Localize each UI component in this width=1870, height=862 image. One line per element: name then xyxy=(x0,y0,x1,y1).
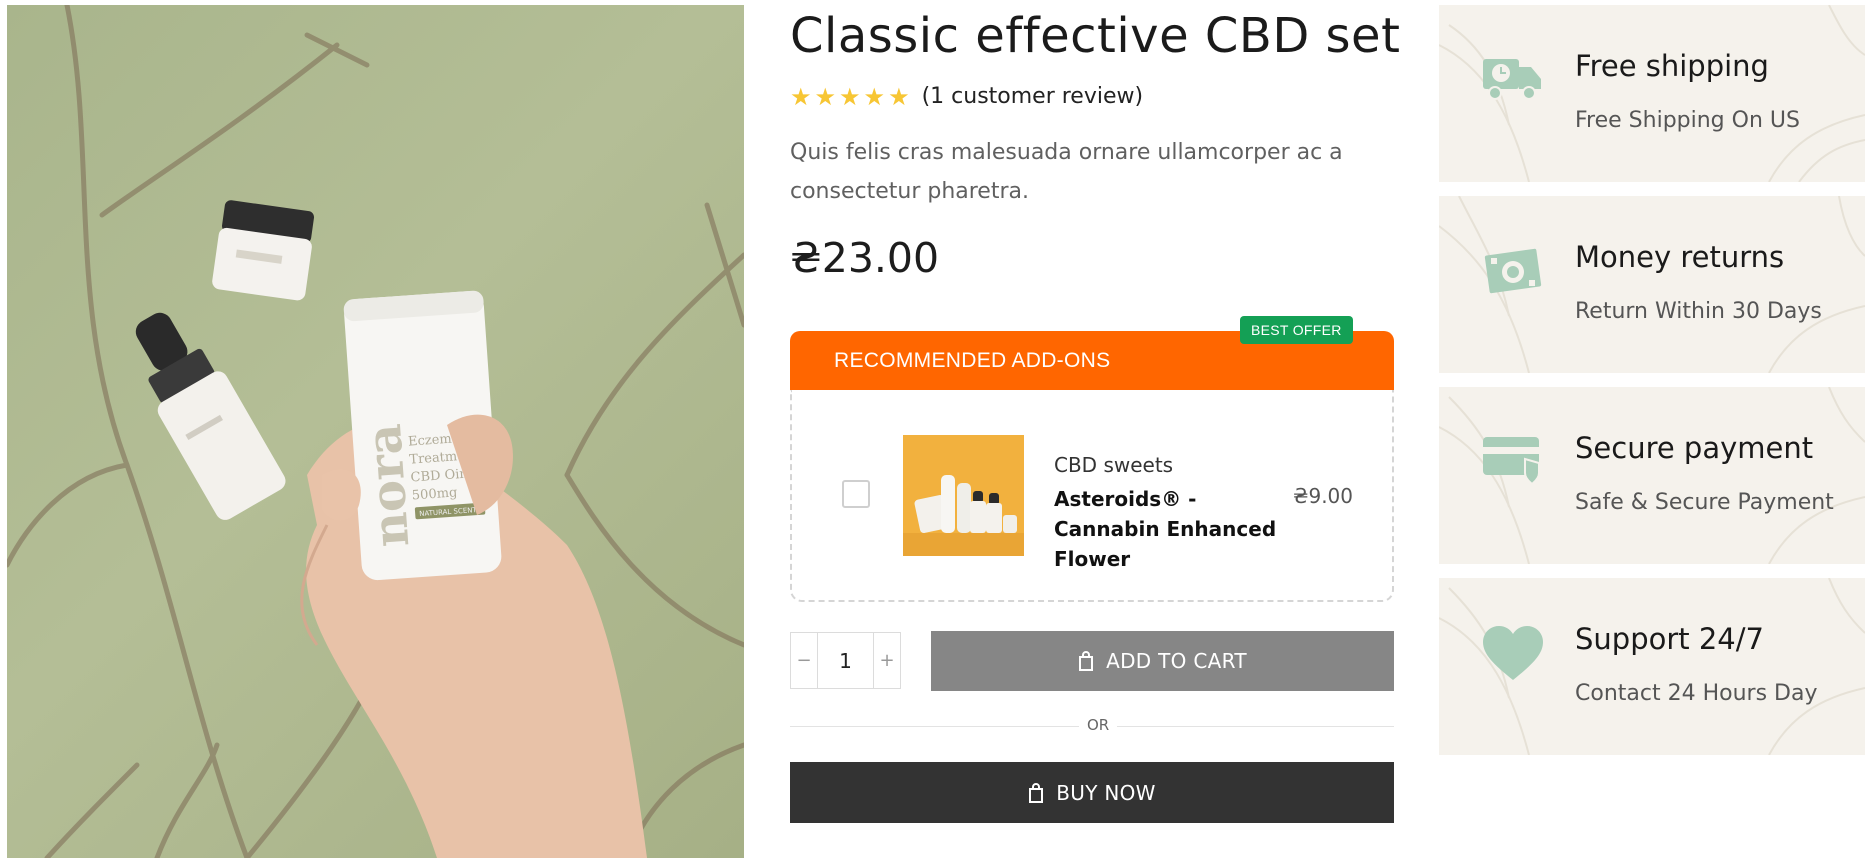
feature-title: Free shipping xyxy=(1575,49,1769,83)
or-separator: OR xyxy=(1079,716,1118,734)
feature-subtitle: Free Shipping On US xyxy=(1575,108,1800,133)
truck-clock-icon xyxy=(1483,59,1541,100)
product-description: Quis felis cras malesuada ornare ullamco… xyxy=(790,140,1343,204)
quantity-increase-button[interactable]: + xyxy=(874,633,900,688)
star-icon: ★ xyxy=(790,82,812,111)
card-shield-icon xyxy=(1483,437,1540,485)
addon-name-link[interactable]: Asteroids® - Cannabin Enhanced Flower xyxy=(1054,484,1284,574)
feature-title: Support 24/7 xyxy=(1575,622,1764,656)
shopping-bag-icon xyxy=(1029,782,1044,803)
product-image[interactable]: nora Eczema Treatment CBD Ointment 500mg… xyxy=(7,5,744,858)
feature-money-returns: Money returns Return Within 30 Days xyxy=(1439,196,1865,373)
rating: ★ ★ ★ ★ ★ (1 customer review) xyxy=(790,84,1143,109)
add-to-cart-button[interactable]: ADD TO CART xyxy=(931,631,1394,691)
star-icon: ★ xyxy=(863,82,886,111)
addon-price: ₴9.00 xyxy=(1293,484,1354,508)
feature-secure-payment: Secure payment Safe & Secure Payment xyxy=(1439,387,1865,564)
feature-support: Support 24/7 Contact 24 Hours Day xyxy=(1439,578,1865,755)
feature-subtitle: Return Within 30 Days xyxy=(1575,299,1822,324)
addon-product-image xyxy=(903,435,1024,556)
product-photo: nora Eczema Treatment CBD Ointment 500mg… xyxy=(7,5,744,858)
feature-subtitle: Contact 24 Hours Day xyxy=(1575,681,1818,706)
review-link[interactable]: (1 customer review) xyxy=(922,84,1144,109)
buy-now-label: BUY NOW xyxy=(1056,780,1156,805)
quantity-decrease-button[interactable]: − xyxy=(791,633,817,688)
heart-icon xyxy=(1483,626,1543,680)
recommended-addons: RECOMMENDED ADD-ONS BEST OFFER CBD sweet… xyxy=(790,316,1394,602)
buy-now-button[interactable]: BUY NOW xyxy=(790,762,1394,823)
add-to-cart-label: ADD TO CART xyxy=(1106,649,1247,673)
star-icon: ★ xyxy=(839,82,861,111)
star-icon: ★ xyxy=(888,82,910,111)
best-offer-badge: BEST OFFER xyxy=(1240,316,1353,344)
shopping-bag-icon xyxy=(1079,651,1094,671)
product-title: Classic effective CBD set xyxy=(790,8,1401,64)
addon-checkbox[interactable] xyxy=(842,480,870,508)
quantity-stepper: − 1 + xyxy=(790,632,901,689)
addon-thumbnail[interactable] xyxy=(903,435,1024,556)
star-rating: ★ ★ ★ ★ ★ xyxy=(790,85,910,109)
money-icon xyxy=(1484,248,1542,294)
feature-title: Secure payment xyxy=(1575,431,1814,465)
feature-free-shipping: Free shipping Free Shipping On US xyxy=(1439,5,1865,182)
addons-list: CBD sweets Asteroids® - Cannabin Enhance… xyxy=(790,390,1394,602)
feature-subtitle: Safe & Secure Payment xyxy=(1575,490,1834,515)
quantity-input[interactable]: 1 xyxy=(817,633,874,688)
svg-text:500mg: 500mg xyxy=(411,485,457,503)
product-price: ₴23.00 xyxy=(790,234,940,282)
star-icon: ★ xyxy=(814,82,837,111)
addon-category: CBD sweets xyxy=(1054,453,1174,477)
feature-title: Money returns xyxy=(1575,240,1785,274)
